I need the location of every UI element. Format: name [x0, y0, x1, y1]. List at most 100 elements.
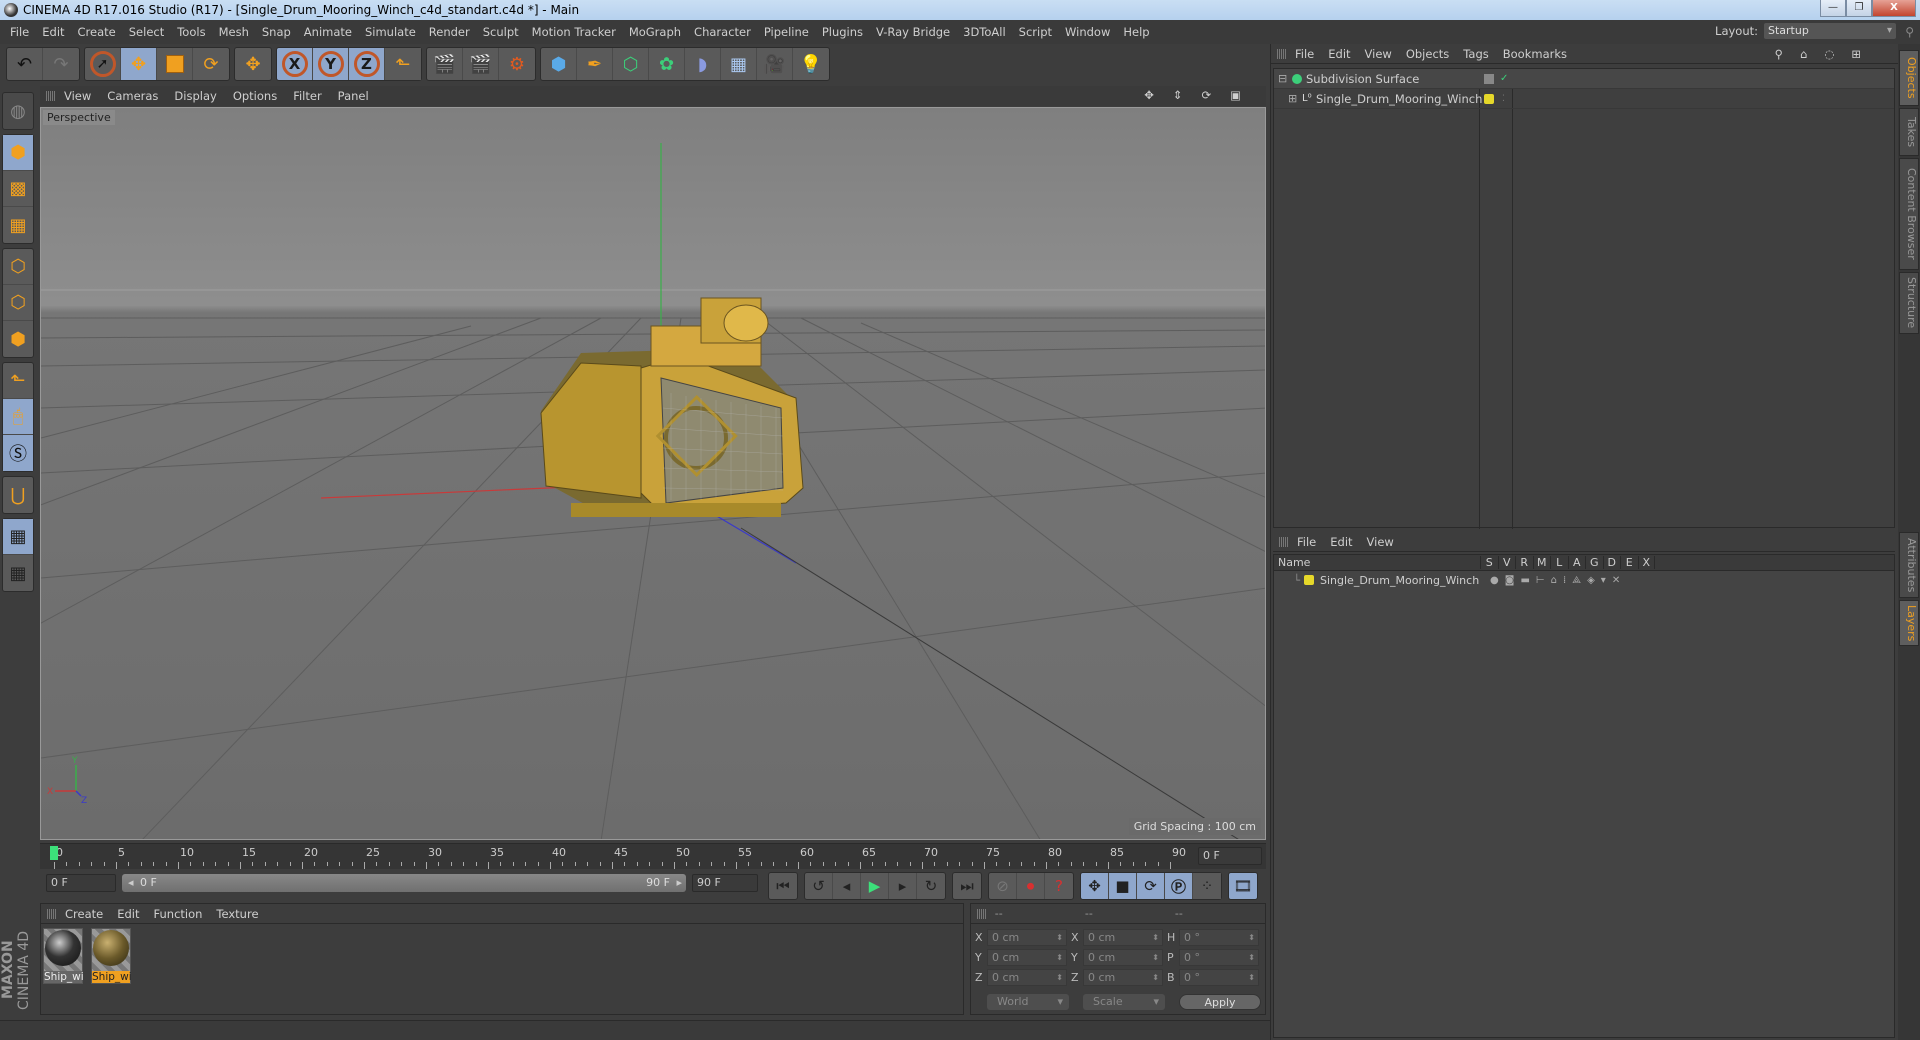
material-menu-create[interactable]: Create — [65, 907, 103, 921]
view-toggle-icon[interactable]: ◙ — [1505, 575, 1521, 586]
3d-viewport[interactable]: Y X Z Perspective Grid Spacing : 100 cm — [40, 107, 1266, 840]
move-alt-icon[interactable]: ✥ — [235, 48, 271, 80]
collapse-icon[interactable]: ⊟ — [1278, 72, 1287, 85]
viewport-menu-view[interactable]: View — [64, 89, 91, 103]
menu-motion-tracker[interactable]: Motion Tracker — [532, 25, 616, 39]
size-z-field[interactable]: 0 cm — [1083, 968, 1163, 986]
coordinate-system-icon[interactable]: ⬑ — [385, 48, 421, 80]
search-icon[interactable]: ⚲ — [1905, 25, 1914, 39]
visibility-icon[interactable]: ◌ — [1824, 47, 1837, 61]
panel-grip[interactable] — [47, 908, 57, 919]
end-frame-field[interactable]: 90 F — [692, 874, 758, 892]
material-menu-edit[interactable]: Edit — [117, 907, 139, 921]
menu-vray-bridge[interactable]: V-Ray Bridge — [876, 25, 950, 39]
column-expressions[interactable]: E — [1620, 556, 1638, 569]
go-to-end-icon[interactable]: ⏭ — [953, 873, 981, 899]
camera-icon[interactable]: 🎥 — [757, 48, 793, 80]
axis-mode-icon[interactable]: ⬑ — [3, 363, 33, 399]
new-window-icon[interactable]: ⊞ — [1851, 47, 1864, 61]
close-button[interactable]: X — [1872, 0, 1916, 17]
snap-magnet-icon[interactable]: ⋃ — [3, 477, 33, 513]
subdivision-icon[interactable]: ⬡ — [613, 48, 649, 80]
render-view-icon[interactable]: 🎬 — [427, 48, 463, 80]
tab-content-browser[interactable]: Content Browser — [1899, 158, 1919, 270]
layer-menu-view[interactable]: View — [1367, 535, 1394, 549]
rotate-icon[interactable]: ⟳ — [193, 48, 229, 80]
current-frame-field[interactable]: 0 F — [1198, 847, 1262, 865]
expand-icon[interactable]: ⊞ — [1288, 92, 1297, 105]
floor-icon[interactable]: ▦ — [721, 48, 757, 80]
render-toggle-icon[interactable]: ▬ — [1520, 575, 1535, 586]
next-key-icon[interactable]: ↻ — [917, 873, 945, 899]
workplane-cycle-icon[interactable]: ▦ — [3, 555, 33, 591]
lock-workplane-icon[interactable]: ▦ — [3, 519, 33, 555]
maximize-icon[interactable]: ▣ — [1230, 88, 1244, 102]
layer-menu-edit[interactable]: Edit — [1330, 535, 1352, 549]
record-active-icon[interactable]: ⏺ — [1017, 873, 1045, 899]
viewport-menu-cameras[interactable]: Cameras — [107, 89, 158, 103]
position-z-field[interactable]: 0 cm — [987, 968, 1067, 986]
panel-grip[interactable] — [46, 91, 56, 101]
texture-mode-icon[interactable]: ▩ — [3, 171, 33, 207]
home-icon[interactable]: ⌂ — [1800, 47, 1810, 61]
tab-takes[interactable]: Takes — [1899, 108, 1919, 156]
apply-button[interactable]: Apply — [1179, 994, 1261, 1010]
autokey-icon[interactable]: ? — [1045, 873, 1073, 899]
material-swatch-selected[interactable]: Ship_wi — [91, 928, 132, 984]
object-menu-file[interactable]: File — [1295, 47, 1314, 61]
y-axis-icon[interactable]: Y — [313, 48, 349, 80]
redo-icon[interactable]: ↷ — [43, 48, 79, 80]
playhead[interactable] — [50, 846, 58, 860]
layer-name[interactable]: Single_Drum_Mooring_Winch — [1320, 574, 1490, 587]
scale-icon[interactable] — [157, 48, 193, 80]
key-parameter-icon[interactable]: Ⓟ — [1165, 873, 1193, 899]
range-left-arrow-icon[interactable]: ◂ — [128, 874, 134, 892]
column-generators[interactable]: G — [1585, 556, 1603, 569]
menu-animate[interactable]: Animate — [304, 25, 352, 39]
object-menu-bookmarks[interactable]: Bookmarks — [1503, 47, 1567, 61]
previous-key-icon[interactable]: ↺ — [805, 873, 833, 899]
deformers-toggle-icon[interactable]: ◈ — [1587, 575, 1601, 586]
z-axis-icon[interactable]: Z — [349, 48, 385, 80]
layer-color-icon[interactable] — [1304, 575, 1314, 585]
panel-grip[interactable] — [1277, 48, 1287, 59]
undo-icon[interactable]: ↶ — [7, 48, 43, 80]
layer-color-icon[interactable] — [1484, 93, 1494, 104]
panel-grip[interactable] — [977, 908, 987, 919]
rotation-b-field[interactable]: 0 ° — [1179, 968, 1259, 986]
pen-icon[interactable]: ✒ — [577, 48, 613, 80]
layout-dropdown[interactable]: Startup — [1764, 23, 1896, 39]
pan-icon[interactable]: ✥ — [1144, 88, 1157, 102]
points-mode-icon[interactable]: ⬡ — [3, 249, 33, 285]
object-menu-edit[interactable]: Edit — [1328, 47, 1350, 61]
restore-button[interactable]: ❐ — [1846, 0, 1872, 17]
tab-attributes[interactable]: Attributes — [1899, 532, 1919, 598]
object-menu-view[interactable]: View — [1365, 47, 1392, 61]
next-frame-icon[interactable]: ▸ — [889, 873, 917, 899]
tab-structure[interactable]: Structure — [1899, 272, 1919, 334]
render-picture-viewer-icon[interactable]: 🎬 — [463, 48, 499, 80]
menu-plugins[interactable]: Plugins — [822, 25, 863, 39]
workplane-mode-icon[interactable]: ▦ — [3, 207, 33, 243]
size-x-field[interactable]: 0 cm — [1083, 928, 1163, 946]
column-xrefs[interactable]: X — [1637, 556, 1655, 569]
edges-mode-icon[interactable]: ⬡ — [3, 285, 33, 321]
solo-icon[interactable]: Ⓢ — [3, 435, 33, 471]
key-pla-icon[interactable]: ⁘ — [1193, 873, 1221, 899]
position-y-field[interactable]: 0 cm — [987, 948, 1067, 966]
key-scale-icon[interactable]: ■ — [1109, 873, 1137, 899]
menu-sculpt[interactable]: Sculpt — [483, 25, 519, 39]
make-editable-icon[interactable]: ◍ — [3, 93, 33, 129]
menu-mesh[interactable]: Mesh — [219, 25, 249, 39]
coordinate-space-dropdown[interactable]: World — [987, 994, 1069, 1010]
size-mode-dropdown[interactable]: Scale — [1083, 994, 1165, 1010]
enabled-check-icon[interactable]: ✓ — [1500, 73, 1508, 84]
object-menu-objects[interactable]: Objects — [1406, 47, 1449, 61]
object-menu-tags[interactable]: Tags — [1463, 47, 1488, 61]
menu-create[interactable]: Create — [78, 25, 116, 39]
object-name[interactable]: Subdivision Surface — [1306, 72, 1511, 86]
column-render[interactable]: R — [1515, 556, 1533, 569]
size-y-field[interactable]: 0 cm — [1083, 948, 1163, 966]
play-icon[interactable]: ▶ — [861, 873, 889, 899]
layer-swatch-icon[interactable] — [1484, 73, 1494, 84]
